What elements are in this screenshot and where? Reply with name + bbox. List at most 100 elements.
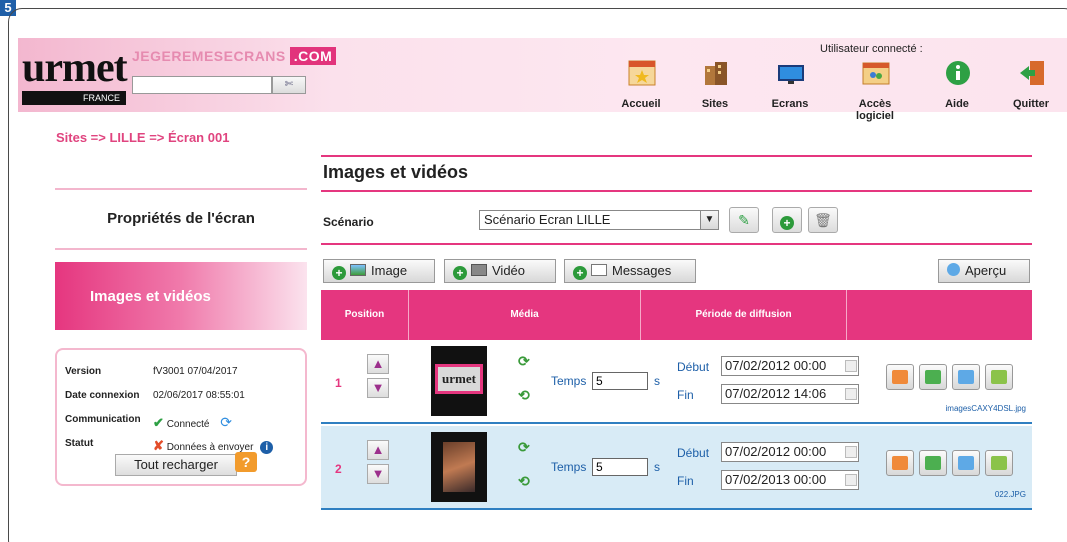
delete-scenario-button[interactable]: 🗑 xyxy=(808,207,838,233)
media-settings-icon xyxy=(892,370,908,384)
edit-icon: ✎ xyxy=(738,212,750,228)
rotate-icon[interactable]: ⟳ xyxy=(518,354,532,368)
add-message-label: Messages xyxy=(612,263,672,278)
calendar-icon[interactable] xyxy=(845,474,857,486)
calendar-icon[interactable] xyxy=(845,360,857,372)
nav-label: Quitter xyxy=(1012,98,1050,110)
preview-button[interactable]: Aperçu xyxy=(938,259,1030,283)
add-video-button[interactable]: + Vidéo xyxy=(444,259,556,283)
urmet-logo[interactable]: urmet FRANCE xyxy=(22,47,128,107)
fin-date-input[interactable]: 07/02/2013 00:00 xyxy=(721,470,859,490)
debut-date-input[interactable]: 07/02/2012 00:00 xyxy=(721,442,859,462)
plus-icon: + xyxy=(332,266,346,280)
screen-info-box: Version fV3001 07/04/2017 Date connexion… xyxy=(55,348,307,486)
trash-icon: 🗑 xyxy=(814,212,832,228)
scenario-select[interactable]: Scénario Ecran LILLE ▼ xyxy=(479,210,719,230)
fin-date-input[interactable]: 07/02/2012 14:06 xyxy=(721,384,859,404)
fin-date: 07/02/2013 00:00 xyxy=(725,472,827,487)
nav-label: Accueil xyxy=(621,98,661,110)
media-action-button[interactable] xyxy=(952,364,980,390)
sidebar-item-images-videos[interactable]: Images et vidéos xyxy=(55,262,307,330)
nav-label: Ecrans xyxy=(771,98,809,110)
nav-sites[interactable]: Sites xyxy=(680,58,750,112)
media-action-button[interactable] xyxy=(985,364,1013,390)
nav-label: Aide xyxy=(945,98,969,110)
search-button[interactable]: ✄ xyxy=(272,76,306,94)
fin-label: Fin xyxy=(677,388,694,402)
media-filename: imagesCAXY4DSL.jpg xyxy=(945,404,1026,413)
add-image-button[interactable]: + Image xyxy=(323,259,435,283)
nav-acces-logiciel[interactable]: Accès logiciel xyxy=(840,58,910,122)
media-action-button[interactable] xyxy=(919,450,947,476)
nav-accueil[interactable]: Accueil xyxy=(606,58,676,112)
table-header: Position Média Période de diffusion xyxy=(321,290,1032,340)
media-action-button[interactable] xyxy=(985,450,1013,476)
nav-ecrans[interactable]: Ecrans xyxy=(755,58,825,112)
table-row: 1 ▲ ▼ urmet ⟳ ⟲ Temps 5 s Début 07/02/20… xyxy=(321,340,1032,424)
message-icon xyxy=(591,264,607,276)
add-image-label: Image xyxy=(371,263,408,278)
comm-status: Connecté xyxy=(166,419,210,430)
calendar-icon[interactable] xyxy=(845,388,857,400)
info-value: ✔ Connecté ⟳ xyxy=(153,414,232,431)
thumbnail-photo xyxy=(443,442,475,492)
row-position: 1 xyxy=(335,376,342,390)
media-add-icon xyxy=(958,456,974,470)
nav-label: Sites xyxy=(701,98,729,110)
nav-label: Accès logiciel xyxy=(856,98,894,122)
divider xyxy=(55,188,307,190)
move-up-button[interactable]: ▲ xyxy=(367,440,389,460)
chevron-down-icon[interactable]: ▼ xyxy=(700,211,718,229)
media-action-button[interactable] xyxy=(886,364,914,390)
plus-icon: + xyxy=(453,266,467,280)
media-validate-icon xyxy=(991,456,1007,470)
divider xyxy=(321,190,1032,192)
move-down-button[interactable]: ▼ xyxy=(367,464,389,484)
brand-name: JEGEREMESECRANS xyxy=(132,48,286,64)
add-scenario-button[interactable]: + xyxy=(772,207,802,233)
temps-label: Temps xyxy=(551,460,587,474)
sidebar-item-proprietes[interactable]: Propriétés de l'écran xyxy=(55,210,307,227)
media-action-button[interactable] xyxy=(952,450,980,476)
media-filename: 022.JPG xyxy=(994,490,1026,499)
column-header xyxy=(847,290,1032,340)
rotate-icon[interactable]: ⟳ xyxy=(518,440,532,454)
nav-quitter[interactable]: Quitter xyxy=(996,58,1066,112)
screen-icon xyxy=(778,65,804,84)
reload-warning-icon[interactable]: ? xyxy=(235,452,257,472)
media-action-button[interactable] xyxy=(919,364,947,390)
column-header: Média xyxy=(409,290,641,340)
table-row: 2 ▲ ▼ ⟳ ⟲ Temps 5 s Début 07/02/2012 00:… xyxy=(321,426,1032,510)
temps-unit: s xyxy=(654,374,660,388)
site-brand: JEGEREMESECRANS .COM xyxy=(132,47,337,65)
check-icon: ✔ xyxy=(153,415,164,430)
debut-date-input[interactable]: 07/02/2012 00:00 xyxy=(721,356,859,376)
rotate-back-icon[interactable]: ⟲ xyxy=(518,388,532,402)
breadcrumb[interactable]: Sites => LILLE => Écran 001 xyxy=(56,130,229,145)
media-action-button[interactable] xyxy=(886,450,914,476)
media-validate-icon xyxy=(991,370,1007,384)
add-message-button[interactable]: + Messages xyxy=(564,259,696,283)
temps-input[interactable]: 5 xyxy=(592,372,648,390)
cross-icon: ✘ xyxy=(153,438,164,453)
media-thumbnail[interactable] xyxy=(431,432,487,502)
brand-com: .COM xyxy=(289,47,337,65)
media-download-icon xyxy=(925,456,941,470)
move-up-button[interactable]: ▲ xyxy=(367,354,389,374)
temps-input[interactable]: 5 xyxy=(592,458,648,476)
rotate-back-icon[interactable]: ⟲ xyxy=(518,474,532,488)
search-input[interactable] xyxy=(132,76,272,94)
refresh-icon[interactable]: ⟳ xyxy=(220,414,232,430)
media-thumbnail[interactable]: urmet xyxy=(431,346,487,416)
divider xyxy=(321,243,1032,245)
calendar-icon[interactable] xyxy=(845,446,857,458)
edit-scenario-button[interactable]: ✎ xyxy=(729,207,759,233)
sidebar-item-label: Images et vidéos xyxy=(90,288,211,305)
info-key: Statut xyxy=(65,438,94,449)
screenshot-frame: 5 urmet FRANCE JEGEREMESECRANS .COM ✄ Uti… xyxy=(0,0,1067,542)
info-key: Communication xyxy=(65,414,141,425)
nav-aide[interactable]: Aide xyxy=(922,58,992,112)
info-icon[interactable]: i xyxy=(260,441,274,454)
reload-all-button[interactable]: Tout recharger xyxy=(115,454,237,476)
move-down-button[interactable]: ▼ xyxy=(367,378,389,398)
